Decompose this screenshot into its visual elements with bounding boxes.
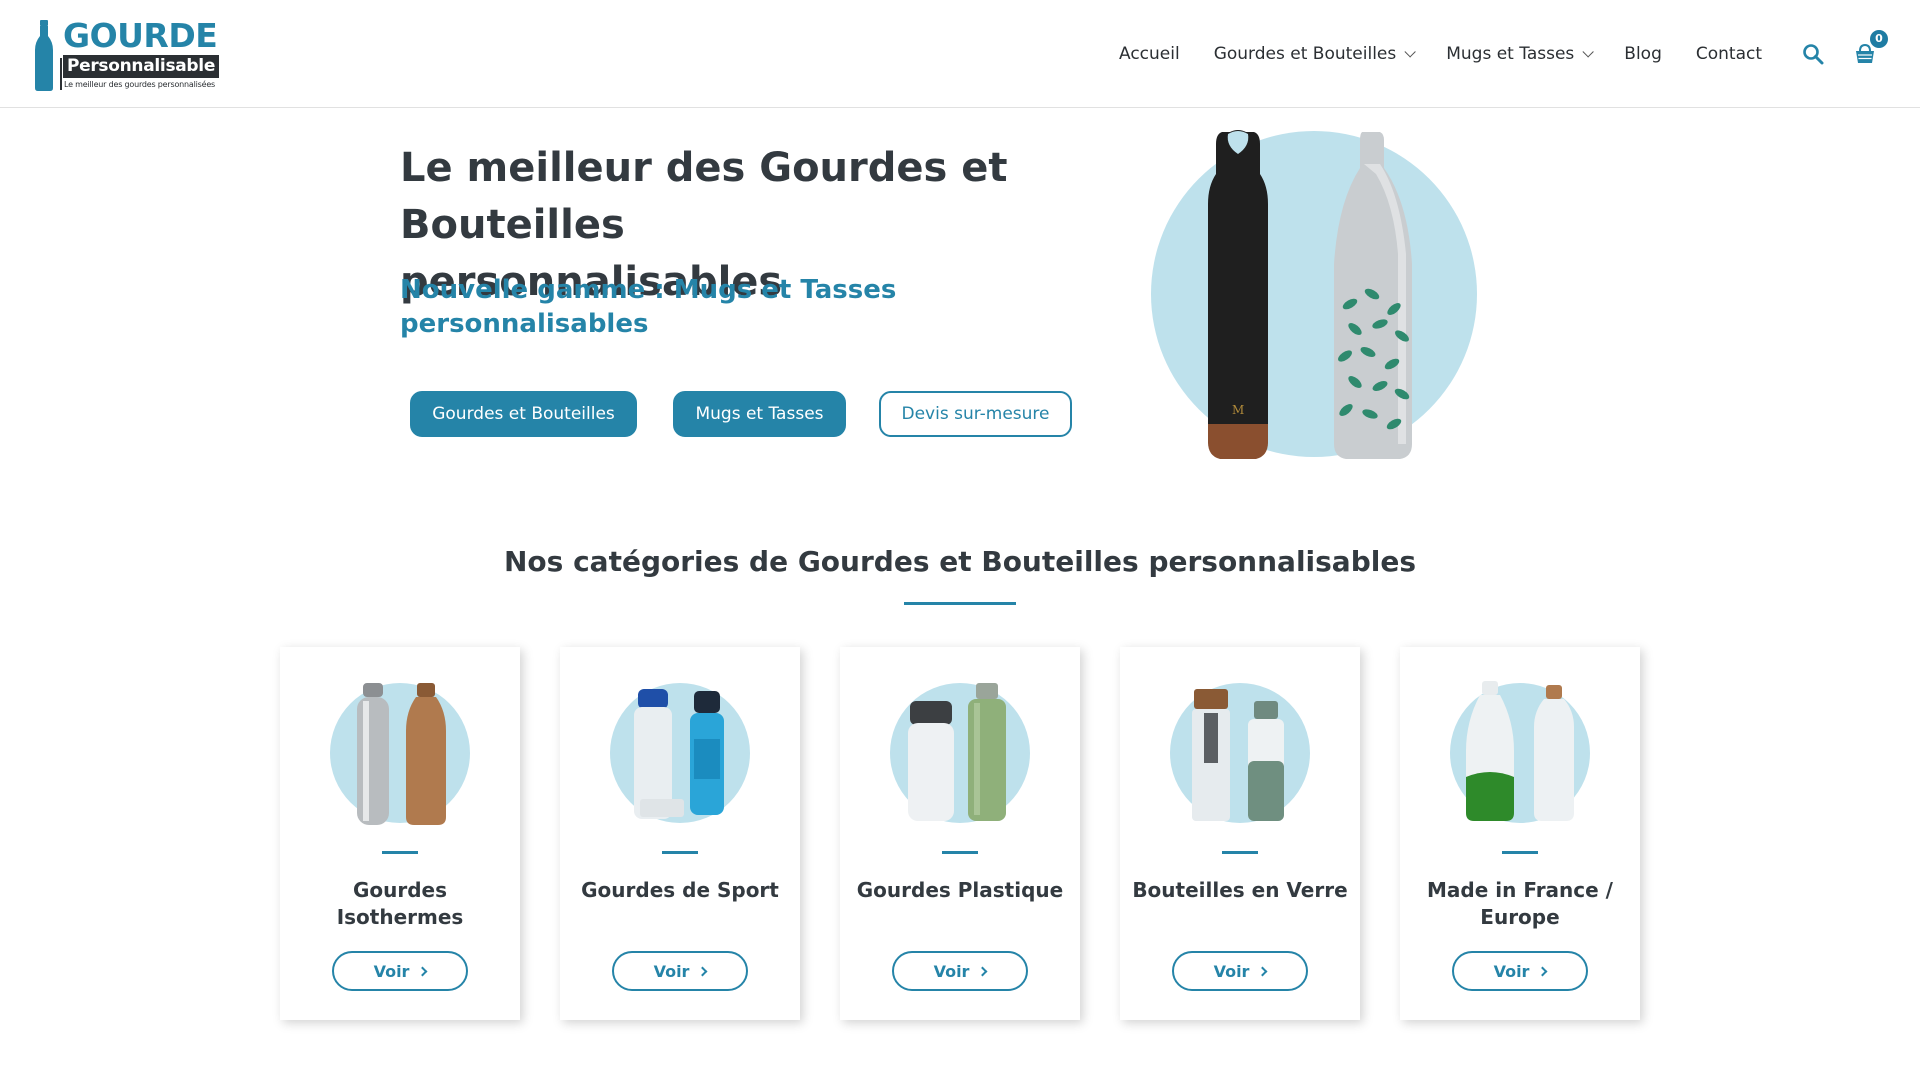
nav-label: Mugs et Tasses [1446,44,1575,64]
chevron-right-icon [1257,966,1268,976]
voir-label: Voir [1213,961,1250,981]
main-nav: Accueil Gourdes et Bouteilles Mugs et Ta… [1085,0,1920,108]
nav-item-contact[interactable]: Contact [1696,44,1762,64]
nav-item-accueil[interactable]: Accueil [1119,44,1180,64]
category-title: Gourdes Plastique [856,878,1064,902]
category-title: Gourdes de Sport [581,878,779,902]
category-title: Made in France / Europe [1427,878,1613,929]
hero-mugs-tasses-button[interactable]: Mugs et Tasses [673,391,846,437]
chevron-right-icon [1537,966,1548,976]
made-in-france-bottles-image [1450,681,1590,823]
logo-tagline: Le meilleur des gourdes personnalisées [64,80,216,89]
insulated-bottles-image [330,683,470,825]
nav-label: Contact [1695,44,1762,64]
category-card-plastique[interactable]: Gourdes Plastique Voir [840,647,1080,1020]
nav-item-mugs-tasses[interactable]: Mugs et Tasses [1446,44,1595,64]
bottle-logo-icon [35,20,53,91]
search-button[interactable] [1802,43,1824,65]
category-card-verre[interactable]: Bouteilles en Verre Voir [1120,647,1360,1020]
hero-gourdes-bouteilles-button[interactable]: Gourdes et Bouteilles [410,391,637,437]
voir-button[interactable]: Voir [1172,951,1308,991]
voir-button[interactable]: Voir [332,951,468,991]
category-card-isothermes[interactable]: Gourdes Isothermes Voir [280,647,520,1020]
card-divider [382,851,418,854]
voir-button[interactable]: Voir [1452,951,1588,991]
voir-label: Voir [933,961,970,981]
nav-item-blog[interactable]: Blog [1624,44,1662,64]
card-divider [942,851,978,854]
hero-bottles-image: M [1151,130,1477,459]
voir-button[interactable]: Voir [892,951,1028,991]
card-divider [1222,851,1258,854]
cart-button[interactable]: 0 [1854,30,1888,65]
category-title: Bouteilles en Verre [1132,878,1348,902]
site-header: GOURDE Personnalisable Le meilleur des g… [0,0,1920,108]
svg-text:M: M [1232,403,1244,417]
nav-label: Gourdes et Bouteilles [1213,44,1397,64]
chevron-right-icon [977,966,988,976]
glass-bottles-image [1170,683,1310,823]
logo-word: GOURDE [63,16,218,55]
voir-label: Voir [653,961,690,981]
category-title: Gourdes Isothermes [336,878,464,929]
cart-count-badge: 0 [1870,30,1888,48]
voir-label: Voir [373,961,410,981]
chevron-right-icon [417,966,428,976]
card-divider [1502,851,1538,854]
category-card-sport[interactable]: Gourdes de Sport Voir [560,647,800,1020]
search-icon [1803,44,1824,65]
category-card-made-in-france[interactable]: Made in France / Europe Voir [1400,647,1640,1020]
categories-title: Nos catégories de Gourdes et Bouteilles … [504,545,1416,578]
sport-bottles-image [610,683,750,823]
plastic-bottles-image [890,683,1030,823]
card-divider [662,851,698,854]
hero-subtitle: Nouvelle gamme : Mugs et Tasses personna… [400,275,897,339]
logo-subtitle: Personnalisable [63,55,219,78]
voir-label: Voir [1493,961,1530,981]
cart-icon [1856,43,1874,63]
chevron-right-icon [697,966,708,976]
hero-devis-button[interactable]: Devis sur-mesure [879,391,1072,437]
nav-label: Blog [1624,44,1662,64]
nav-item-gourdes-bouteilles[interactable]: Gourdes et Bouteilles [1213,44,1417,64]
chevron-down-icon [1582,46,1595,58]
voir-button[interactable]: Voir [612,951,748,991]
nav-label: Accueil [1118,44,1180,64]
section-divider [904,602,1016,605]
logo-divider [60,58,62,90]
site-logo[interactable]: GOURDE Personnalisable Le meilleur des g… [34,18,220,94]
chevron-down-icon [1404,46,1417,58]
